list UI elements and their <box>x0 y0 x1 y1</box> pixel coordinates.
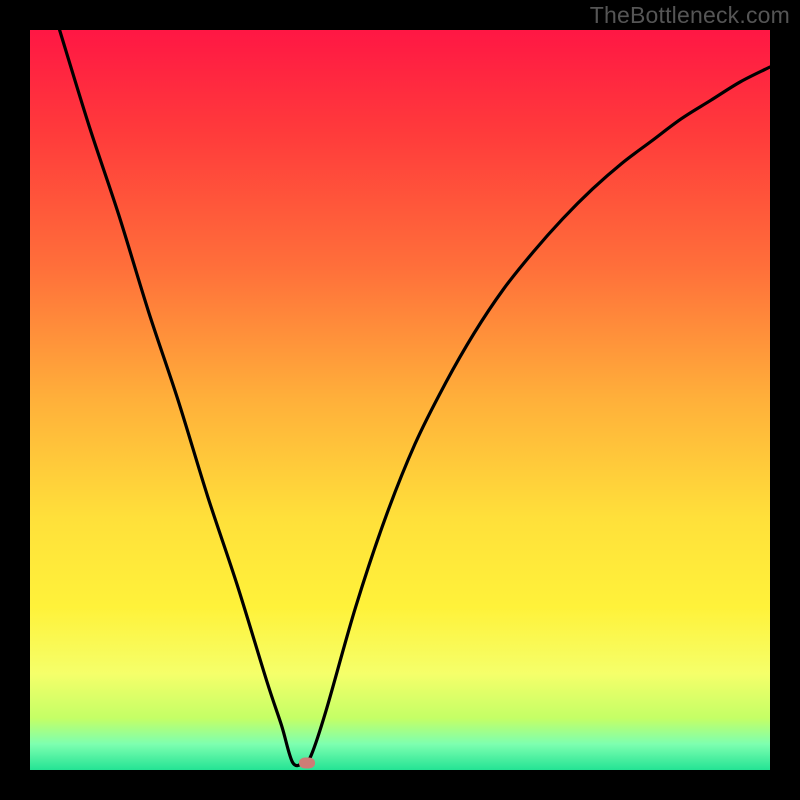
watermark-text: TheBottleneck.com <box>590 2 790 29</box>
optimum-marker <box>299 757 315 768</box>
bottleneck-curve <box>30 30 770 770</box>
plot-area <box>30 30 770 770</box>
chart-frame: TheBottleneck.com <box>0 0 800 800</box>
